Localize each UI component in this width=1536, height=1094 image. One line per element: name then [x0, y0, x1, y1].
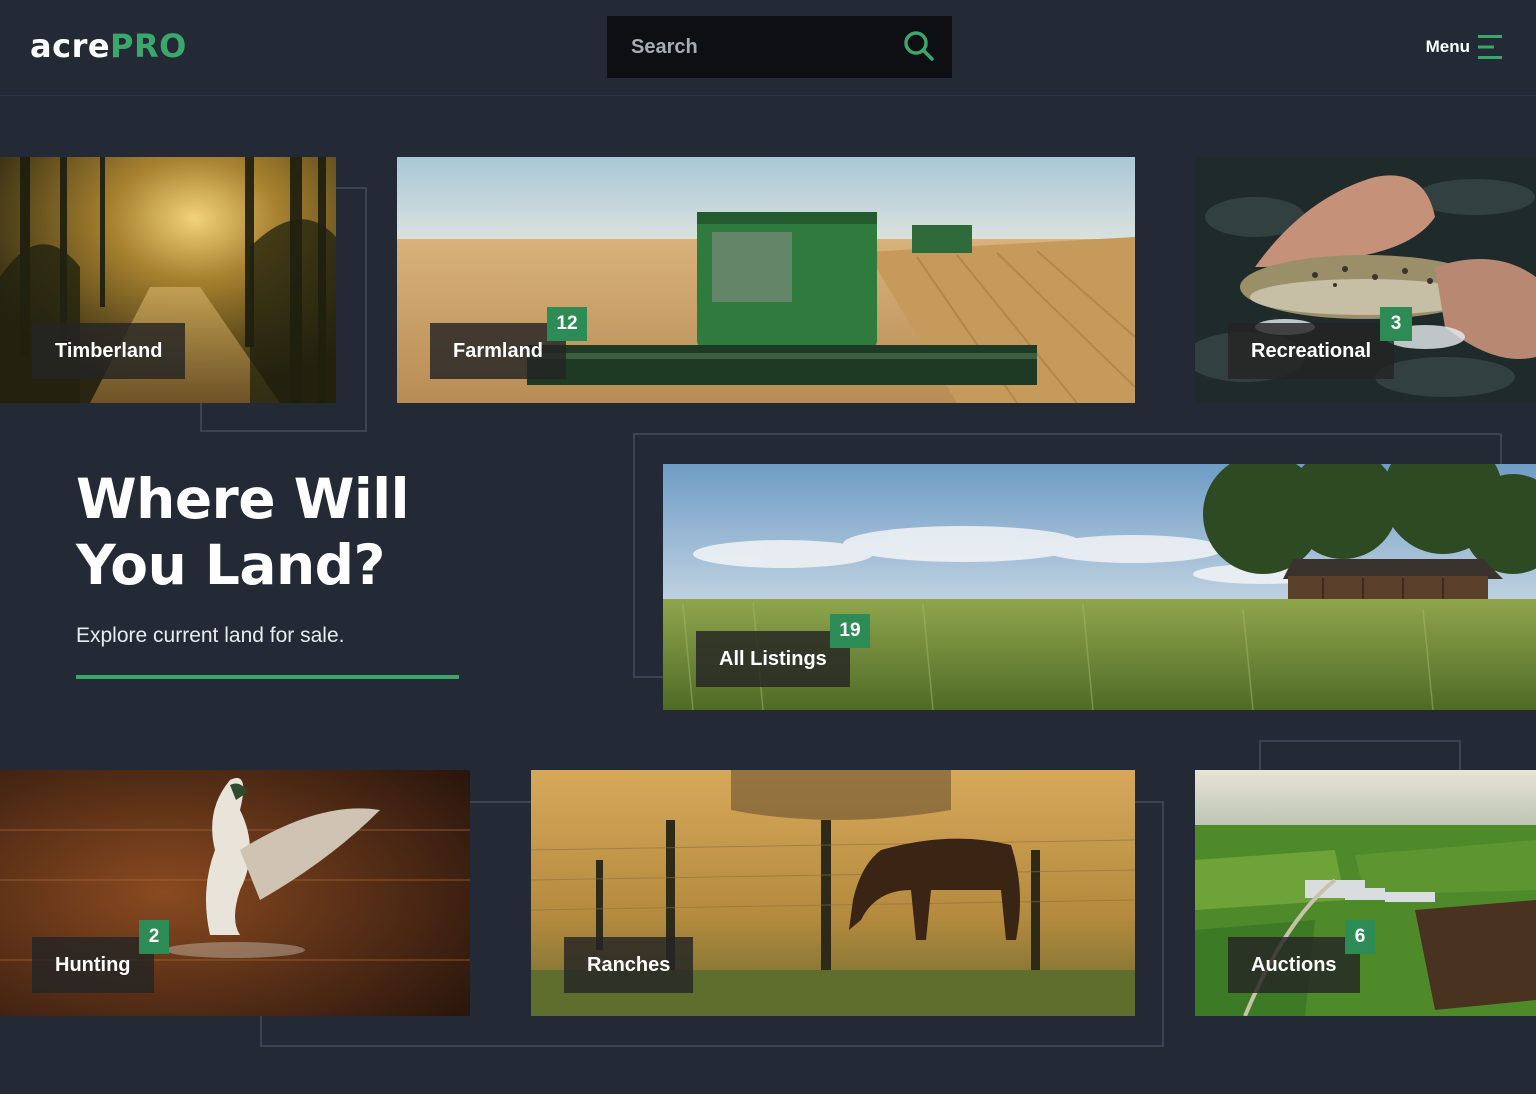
category-tile-all-listings[interactable]: All Listings 19	[663, 464, 1536, 710]
menu-button[interactable]: Menu	[1426, 31, 1502, 63]
title-line: You Land?	[76, 533, 385, 597]
title-line: Where Will	[76, 467, 409, 531]
search-input[interactable]: Search	[631, 36, 698, 59]
page-title: Where Will You Land?	[76, 466, 496, 598]
category-label: Recreational	[1228, 323, 1395, 379]
category-label: Hunting	[32, 937, 154, 993]
listing-count-badge: 3	[1380, 307, 1412, 341]
category-tile-auctions[interactable]: Auctions 6	[1195, 770, 1536, 1016]
listing-count-badge: 12	[547, 307, 587, 341]
page-subtitle: Explore current land for sale.	[76, 624, 345, 647]
accent-divider	[76, 675, 459, 679]
acrepro-logo[interactable]: acrePRO	[30, 26, 187, 66]
hamburger-icon	[1478, 35, 1502, 59]
search-icon[interactable]	[902, 29, 936, 63]
category-label: Farmland	[430, 323, 567, 379]
category-label: Ranches	[564, 937, 694, 993]
category-label: Timberland	[32, 323, 186, 379]
site-header: acrePRO Search Menu	[0, 0, 1536, 96]
category-label: All Listings	[696, 631, 850, 687]
category-label: Auctions	[1228, 937, 1360, 993]
listing-count-badge: 2	[139, 920, 169, 954]
category-tile-timberland[interactable]: Timberland	[0, 157, 336, 403]
logo-text-main: acre	[30, 27, 111, 65]
menu-label: Menu	[1425, 37, 1470, 56]
listing-count-badge: 6	[1345, 920, 1375, 954]
logo-text-accent: PRO	[110, 27, 187, 65]
category-tile-hunting[interactable]: Hunting 2	[0, 770, 470, 1016]
category-tile-recreational[interactable]: Recreational 3	[1195, 157, 1536, 403]
search-bar[interactable]: Search	[607, 16, 952, 78]
listing-count-badge: 19	[830, 614, 870, 648]
category-tile-farmland[interactable]: Farmland 12	[397, 157, 1135, 403]
category-tile-ranches[interactable]: Ranches	[531, 770, 1135, 1016]
